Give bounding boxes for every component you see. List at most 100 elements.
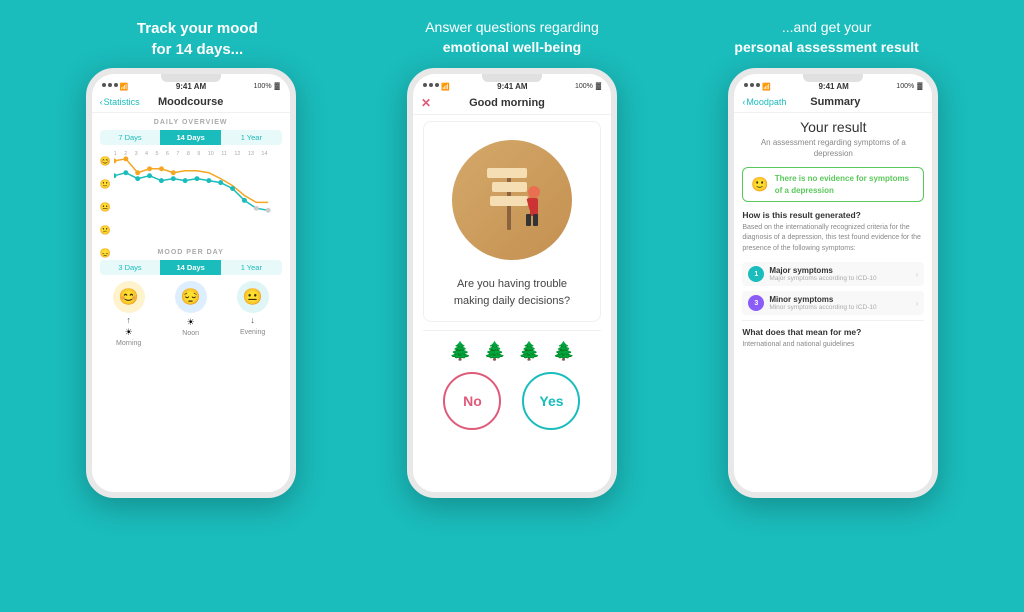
dot1-3	[744, 83, 748, 87]
status-bar-3: 📶 9:41 AM 100% ▓	[734, 74, 932, 93]
nav-summary: ‹ Moodpath Summary	[734, 93, 932, 113]
wifi-icon: 📶	[120, 83, 129, 91]
phones-row: 📶 9:41 AM 100% ▓ ‹ Statistics Moodcourse…	[0, 68, 1024, 612]
mood-chart: 😊 🙂 😐 😕 😞	[100, 151, 282, 241]
icon-very-sad: 😞	[100, 248, 111, 259]
minor-symptoms-row[interactable]: 3 Minor symptoms Minor symptoms accordin…	[742, 291, 924, 315]
dot3-3	[756, 83, 760, 87]
tab-14days-2[interactable]: 14 Days	[160, 260, 221, 275]
mood-noon: 😔 ☀ Noon	[162, 281, 220, 347]
icon-happy: 😊	[100, 156, 111, 167]
nav-back-moodpath[interactable]: ‹ Moodpath	[742, 97, 786, 107]
signal-dots-2: 📶	[423, 83, 450, 91]
tab-14days[interactable]: 14 Days	[160, 130, 221, 145]
major-symptoms-num: 1	[748, 266, 764, 282]
major-symptoms-info: Major symptoms Major symptoms according …	[769, 266, 910, 282]
tree-icon-3: 🌲	[518, 341, 540, 362]
daily-overview-label: DAILY OVERVIEW	[92, 119, 290, 126]
summary-content: Your result An assessment regarding symp…	[734, 113, 932, 492]
tree-icons: 🌲 🌲 🌲 🌲	[413, 341, 611, 362]
answer-no-button[interactable]: No	[443, 372, 501, 430]
time-1: 9:41 AM	[176, 82, 206, 91]
mood-morning: 😊 ↑ ☀ Morning	[100, 281, 158, 347]
question-text: Are you having trouble making daily deci…	[440, 276, 584, 309]
battery-3: 100%	[896, 83, 914, 90]
tagline-2: Answer questions regarding emotional wel…	[372, 18, 652, 57]
battery-area-3: 100% ▓	[896, 83, 922, 90]
dot3-2	[435, 83, 439, 87]
chevron-left-icon-3: ‹	[742, 97, 745, 107]
time-3: 9:41 AM	[818, 82, 848, 91]
dot1	[102, 83, 106, 87]
nav-title-moodcourse: Moodcourse	[140, 96, 242, 108]
battery-area-2: 100% ▓	[575, 83, 601, 90]
illustration-svg	[452, 140, 572, 260]
question-divider	[423, 330, 601, 331]
question-screen: Are you having trouble making daily deci…	[413, 115, 611, 492]
icon-smile: 🙂	[100, 179, 111, 190]
sun-morning: ☀	[125, 327, 133, 338]
minor-symptoms-desc: Minor symptoms according to ICD-10	[769, 304, 910, 311]
dot3	[114, 83, 118, 87]
close-button[interactable]: ✕	[421, 96, 431, 110]
minor-symptoms-num: 3	[748, 295, 764, 311]
status-bar-2: 📶 9:41 AM 100% ▓	[413, 74, 611, 93]
minor-symptoms-name: Minor symptoms	[769, 295, 910, 304]
major-symptoms-row[interactable]: 1 Major symptoms Major symptoms accordin…	[742, 262, 924, 286]
nav-title-summary: Summary	[786, 96, 884, 108]
nav-moodcourse: ‹ Statistics Moodcourse	[92, 93, 290, 113]
icon-neutral: 😐	[100, 202, 111, 213]
chevron-right-icon-minor: ›	[916, 299, 919, 308]
nav-goodmorning: ✕ Good morning	[413, 93, 611, 115]
nav-back-statistics[interactable]: ‹ Statistics	[100, 97, 140, 107]
dot2-2	[429, 83, 433, 87]
time-2: 9:41 AM	[497, 82, 527, 91]
chevron-left-icon: ‹	[100, 97, 103, 107]
mood-face-morning: 😊	[113, 281, 145, 313]
header-taglines: Track your mood for 14 days... Answer qu…	[0, 0, 1024, 68]
icon-sad: 😕	[100, 225, 111, 236]
mood-grid: 😊 ↑ ☀ Morning 😔 ☀ Noon 😐 ↓ Evening	[100, 281, 282, 347]
answer-yes-button[interactable]: Yes	[522, 372, 580, 430]
result-title: Your result	[742, 119, 924, 135]
illustration-circle	[452, 140, 572, 260]
dot2	[108, 83, 112, 87]
mood-evening: 😐 ↓ Evening	[224, 281, 282, 347]
question-card: Are you having trouble making daily deci…	[423, 121, 601, 322]
dot1-2	[423, 83, 427, 87]
major-symptoms-name: Major symptoms	[769, 266, 910, 275]
smiley-icon: 🙂	[751, 176, 768, 193]
battery-area-1: 100% ▓	[254, 83, 280, 90]
goodmorning-content: Are you having trouble making daily deci…	[413, 115, 611, 492]
battery-icon-2: ▓	[596, 83, 601, 90]
how-title: How is this result generated?	[742, 210, 924, 220]
dot2-3	[750, 83, 754, 87]
tagline-1: Track your mood for 14 days...	[57, 18, 337, 60]
what-section: What does that mean for me? Internationa…	[742, 320, 924, 351]
signal-dots-1: 📶	[102, 83, 129, 91]
arrow-evening: ↓	[250, 315, 255, 325]
arrow-morning: ↑	[126, 315, 131, 325]
tree-icon-1: 🌲	[449, 341, 471, 362]
chevron-right-icon-major: ›	[916, 270, 919, 279]
tab-3days[interactable]: 3 Days	[100, 260, 161, 275]
day-tabs-mood[interactable]: 3 Days 14 Days 1 Year	[100, 260, 282, 275]
day-tabs-overview[interactable]: 7 Days 14 Days 1 Year	[100, 130, 282, 145]
tab-1year-2[interactable]: 1 Year	[221, 260, 282, 275]
major-symptoms-desc: Major symptoms according to ICD-10	[769, 275, 910, 282]
phone-goodmorning: 📶 9:41 AM 100% ▓ ✕ Good morning	[407, 68, 617, 498]
chart-svg	[114, 151, 282, 230]
battery-2: 100%	[575, 83, 593, 90]
label-morning: Morning	[116, 340, 141, 347]
tab-1year[interactable]: 1 Year	[221, 130, 282, 145]
wifi-icon-3: 📶	[762, 83, 771, 91]
tab-7days[interactable]: 7 Days	[100, 130, 161, 145]
wifi-icon-2: 📶	[441, 83, 450, 91]
phone-moodcourse: 📶 9:41 AM 100% ▓ ‹ Statistics Moodcourse…	[86, 68, 296, 498]
battery-icon-1: ▓	[275, 83, 280, 90]
tree-icon-4: 🌲	[553, 341, 575, 362]
result-badge: 🙂 There is no evidence for symptoms of a…	[742, 167, 924, 201]
tagline-3: ...and get your personal assessment resu…	[687, 18, 967, 57]
minor-symptoms-info: Minor symptoms Minor symptoms according …	[769, 295, 910, 311]
battery-1: 100%	[254, 83, 272, 90]
